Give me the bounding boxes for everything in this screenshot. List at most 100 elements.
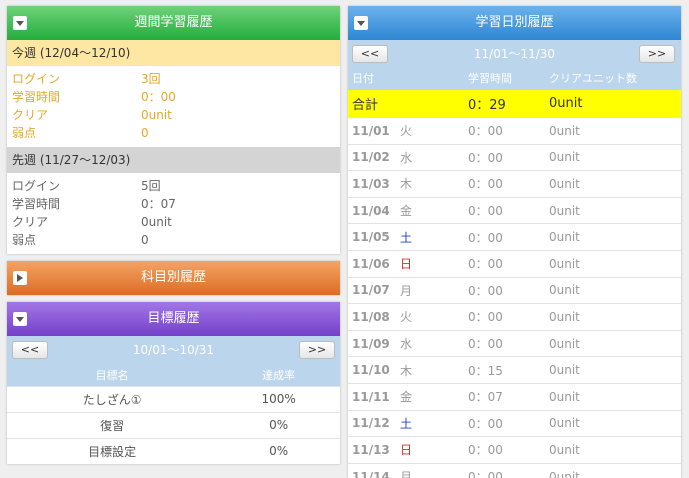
goal-history-title: 目標履歴 [147,311,200,326]
goal-table: 目標名 達成率 たしざん① 100% 復習 0% 目標設定 0% [7,364,340,464]
day-time: 0：07 [468,390,503,405]
day-of-week: 木 [400,177,413,192]
day-date: 11/05 [352,230,390,245]
daily-history-title: 学習日別履歴 [475,15,554,30]
goal-rate: 0% [217,437,340,464]
date-column-header: 日付 [352,72,374,85]
daily-period-range: 11/01～11/30 [473,47,556,61]
daily-history-header[interactable]: 学習日別履歴 [348,6,681,40]
day-date: 11/14 [352,469,390,478]
stat-label: 学習時間 [12,197,61,211]
table-row: 11/03 木 0：00 0unit [348,171,681,198]
time-column-header: 学習時間 [468,72,512,85]
stat-value: 0：00 [141,90,176,104]
stat-value: 0 [141,233,149,247]
goal-rate: 100% [217,385,340,412]
daily-rows: 11/01 火 0：00 0unit 11/02 水 0：00 0unit 11/03 木 0：00… [348,118,681,478]
day-of-week: 土 [400,230,413,245]
daily-period-nav: << 11/01～11/30 >> [348,40,681,68]
stat-value: 0：07 [141,197,176,211]
table-row: 11/09 水 0：00 0unit [348,331,681,358]
previous-week-stats: ログイン 5回 学習時間 0：07 クリア 0unit 弱点 0 [7,173,340,254]
day-units: 0unit [549,363,580,378]
day-date: 11/01 [352,123,390,138]
day-date: 11/06 [352,256,390,271]
day-of-week: 月 [400,470,413,478]
previous-week-label: 先週 (11/27～12/03) [7,147,340,173]
day-date: 11/13 [352,442,390,457]
stat-label: 学習時間 [12,90,61,104]
day-of-week: 金 [400,204,413,219]
day-units: 0unit [549,176,580,191]
day-time: 0：00 [468,230,503,245]
day-of-week: 土 [400,416,413,431]
table-row: 11/10 木 0：15 0unit [348,357,681,384]
day-of-week: 日 [400,443,413,458]
day-units: 0unit [549,336,580,351]
subject-history-header[interactable]: 科目別履歴 [7,261,340,295]
day-date: 11/10 [352,363,390,378]
day-of-week: 水 [400,337,413,352]
stat-value: 5回 [141,179,161,193]
day-date: 11/02 [352,150,390,165]
left-column: 週間学習履歴 今週 (12/04～12/10) ログイン 3回 学習時間 0：00 … [7,6,340,471]
day-units: 0unit [549,283,580,298]
table-row: 11/06 日 0：00 0unit [348,251,681,278]
total-time: 0：29 [468,98,506,113]
day-time: 0：00 [468,470,503,478]
day-time: 0：00 [468,124,503,139]
collapse-toggle-icon[interactable] [13,312,27,326]
stat-label: ログイン [12,179,61,193]
goal-rate-header: 達成率 [217,364,340,386]
day-units: 0unit [549,230,580,245]
day-units: 0unit [549,389,580,404]
day-time: 0：00 [468,257,503,272]
daily-history-panel: 学習日別履歴 << 11/01～11/30 >> 日付 学習時間 クリアユニット… [348,6,681,478]
day-units: 0unit [549,309,580,324]
subject-history-title: 科目別履歴 [140,270,206,285]
weekly-history-header[interactable]: 週間学習履歴 [7,6,340,40]
table-row: 11/07 月 0：00 0unit [348,278,681,305]
stat-value: 0 [141,126,149,140]
goal-prev-button[interactable]: << [12,341,48,359]
day-time: 0：00 [468,150,503,165]
total-row: 合計 0：29 0unit [348,90,681,118]
day-of-week: 水 [400,150,413,165]
goal-rate: 0% [217,411,340,438]
table-row: 11/05 土 0：00 0unit [348,224,681,251]
daily-prev-button[interactable]: << [352,45,388,63]
table-row: 11/02 水 0：00 0unit [348,145,681,172]
day-of-week: 日 [400,257,413,272]
units-column-header: クリアユニット数 [549,72,637,85]
stat-label: 弱点 [12,233,37,247]
table-row: 11/01 火 0：00 0unit [348,118,681,145]
day-time: 0：15 [468,363,503,378]
table-row: 11/04 金 0：00 0unit [348,198,681,225]
table-row: たしざん① 100% [7,385,340,412]
expand-toggle-icon[interactable] [13,271,27,285]
weekly-history-panel: 週間学習履歴 今週 (12/04～12/10) ログイン 3回 学習時間 0：00 … [7,6,340,254]
day-time: 0：00 [468,443,503,458]
collapse-toggle-icon[interactable] [354,16,368,30]
day-units: 0unit [549,416,580,431]
goal-name: たしざん① [7,385,218,412]
day-date: 11/08 [352,309,390,324]
day-of-week: 木 [400,363,413,378]
table-row: 11/12 土 0：00 0unit [348,411,681,438]
daily-next-button[interactable]: >> [639,45,675,63]
day-date: 11/11 [352,389,390,404]
goal-next-button[interactable]: >> [299,341,335,359]
stat-label: ログイン [12,72,61,86]
day-time: 0：00 [468,337,503,352]
daily-table-header: 日付 学習時間 クリアユニット数 [348,68,681,90]
goal-history-panel: 目標履歴 << 10/01～10/31 >> 目標名 達成率 たしざん① 100% … [7,302,340,464]
day-units: 0unit [549,442,580,457]
collapse-toggle-icon[interactable] [13,16,27,30]
day-date: 11/12 [352,416,390,431]
table-row: 11/13 日 0：00 0unit [348,437,681,464]
goal-history-header[interactable]: 目標履歴 [7,302,340,336]
day-time: 0：00 [468,310,503,325]
day-date: 11/07 [352,283,390,298]
day-date: 11/09 [352,336,390,351]
table-row: 11/14 月 0：00 0unit [348,464,681,478]
